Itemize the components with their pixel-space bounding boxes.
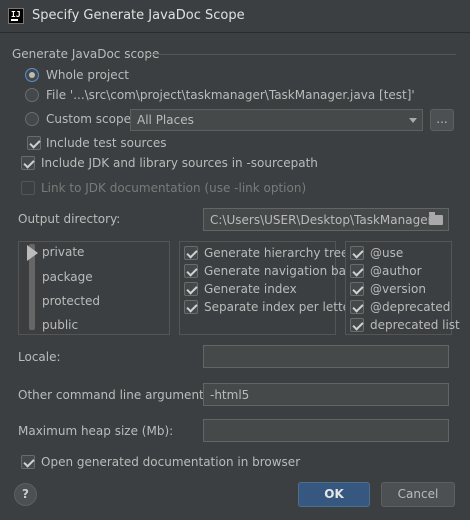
use-tag-label[interactable]: @use: [370, 246, 403, 260]
output-directory-label: Output directory:: [18, 212, 121, 226]
visibility-level-package[interactable]: package: [42, 270, 93, 284]
separate-index-checkbox[interactable]: [184, 300, 198, 314]
locale-field[interactable]: [203, 345, 449, 368]
whole-project-label[interactable]: Whole project: [46, 68, 129, 82]
visibility-panel: [18, 241, 170, 335]
visibility-slider-knob[interactable]: [27, 245, 38, 261]
version-tag-label[interactable]: @version: [370, 282, 426, 296]
scope-section-label: Generate JavaDoc scope: [12, 47, 160, 61]
visibility-level-private[interactable]: private: [42, 245, 84, 259]
intellij-app-icon: IJ: [8, 8, 24, 24]
hierarchy-tree-checkbox[interactable]: [184, 246, 198, 260]
whole-project-radio[interactable]: [25, 68, 39, 82]
generate-index-checkbox[interactable]: [184, 282, 198, 296]
deprecated-tag-label[interactable]: @deprecated: [370, 300, 450, 314]
file-label[interactable]: File '...\src\com\project\taskmanager\Ta…: [46, 88, 415, 102]
section-divider: [146, 54, 456, 55]
link-jdk-label: Link to JDK documentation (use -link opt…: [41, 181, 307, 195]
other-args-label: Other command line arguments:: [18, 388, 215, 402]
include-jdk-checkbox[interactable]: [21, 156, 35, 170]
folder-icon[interactable]: [429, 212, 443, 225]
author-tag-label[interactable]: @author: [370, 264, 422, 278]
include-test-sources-label[interactable]: Include test sources: [46, 136, 166, 150]
deprecated-list-label[interactable]: deprecated list: [370, 318, 460, 332]
navigation-bar-checkbox[interactable]: [184, 264, 198, 278]
output-directory-field[interactable]: C:\Users\USER\Desktop\TaskManager: [203, 208, 449, 231]
navigation-bar-label[interactable]: Generate navigation bar: [204, 264, 351, 278]
file-radio[interactable]: [25, 88, 39, 102]
open-in-browser-checkbox[interactable]: [21, 455, 35, 469]
include-jdk-label[interactable]: Include JDK and library sources in -sour…: [41, 156, 318, 170]
open-in-browser-label[interactable]: Open generated documentation in browser: [41, 455, 300, 469]
custom-scope-radio[interactable]: [25, 112, 39, 126]
heap-size-label: Maximum heap size (Mb):: [18, 424, 174, 438]
visibility-level-protected[interactable]: protected: [42, 294, 100, 308]
heap-size-field[interactable]: [203, 419, 449, 442]
visibility-level-public[interactable]: public: [42, 318, 78, 332]
custom-scope-value: All Places: [137, 113, 194, 127]
browse-scope-button[interactable]: ...: [430, 109, 454, 131]
custom-scope-dropdown[interactable]: All Places: [130, 109, 423, 131]
use-tag-checkbox[interactable]: [350, 246, 364, 260]
deprecated-list-checkbox[interactable]: [350, 318, 364, 332]
cancel-button[interactable]: Cancel: [381, 482, 455, 507]
chevron-down-icon: [409, 118, 417, 123]
version-tag-checkbox[interactable]: [350, 282, 364, 296]
output-directory-value: C:\Users\USER\Desktop\TaskManager: [210, 213, 433, 227]
author-tag-checkbox[interactable]: [350, 264, 364, 278]
other-args-field[interactable]: -html5: [203, 383, 449, 406]
custom-scope-label[interactable]: Custom scope: [46, 112, 131, 126]
link-jdk-checkbox[interactable]: [21, 181, 35, 195]
title-bar: IJ Specify Generate JavaDoc Scope: [0, 0, 470, 33]
separate-index-label[interactable]: Separate index per letter: [204, 300, 355, 314]
other-args-value: -html5: [210, 388, 250, 402]
generate-index-label[interactable]: Generate index: [204, 282, 297, 296]
locale-label: Locale:: [18, 350, 61, 364]
deprecated-tag-checkbox[interactable]: [350, 300, 364, 314]
ok-button[interactable]: OK: [298, 482, 370, 507]
help-icon[interactable]: ?: [14, 483, 37, 506]
hierarchy-tree-label[interactable]: Generate hierarchy tree: [204, 246, 348, 260]
window-title: Specify Generate JavaDoc Scope: [32, 8, 245, 23]
include-test-sources-checkbox[interactable]: [27, 136, 41, 150]
